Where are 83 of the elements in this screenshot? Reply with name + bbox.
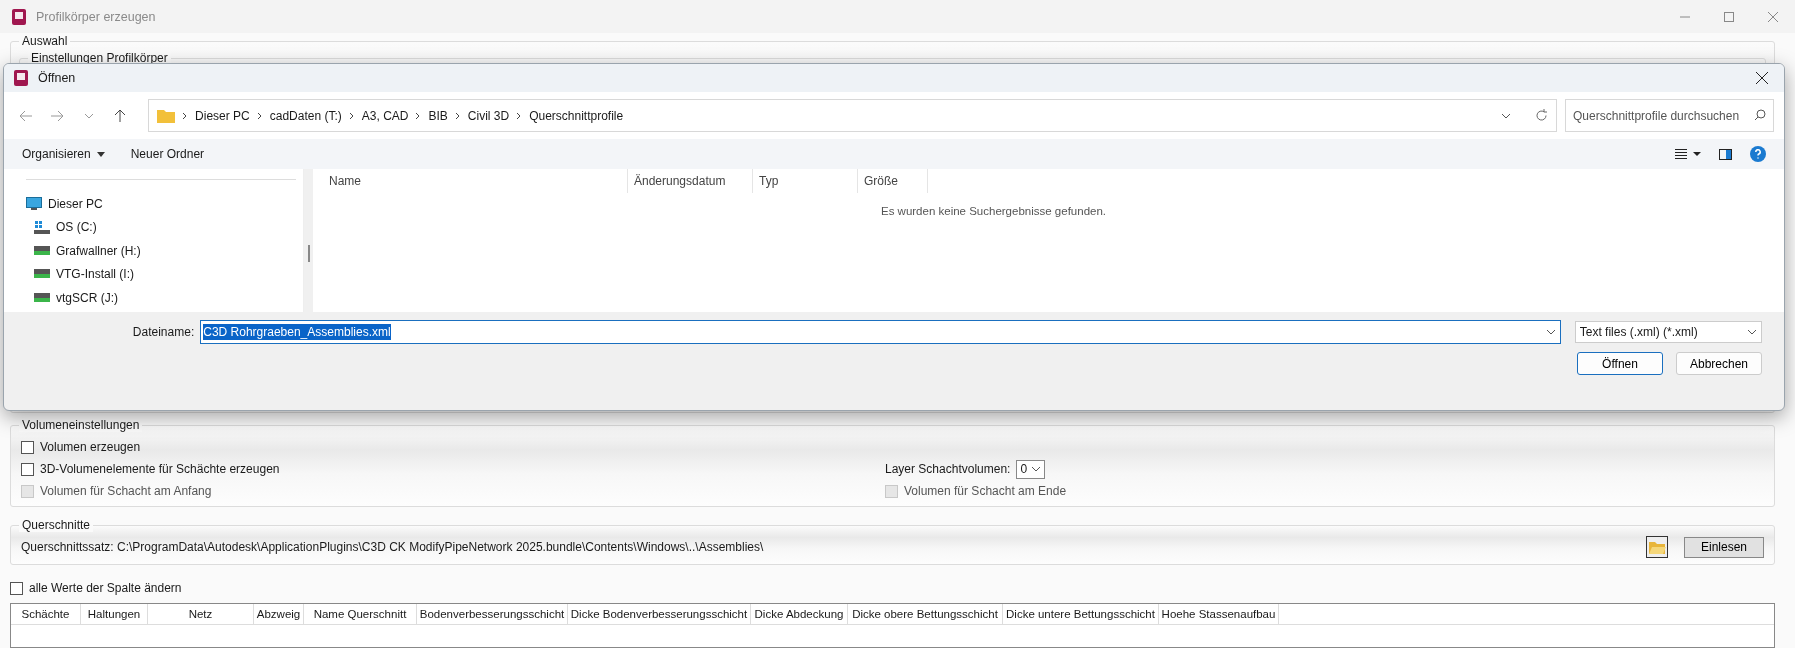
breadcrumb-item[interactable]: cadDaten (T:)	[269, 108, 342, 123]
filename-field[interactable]: C3D Rohrgraeben_Assemblies.xml	[200, 320, 1561, 344]
checkbox-label: 3D-Volumenelemente für Schächte erzeugen	[40, 462, 280, 476]
close-icon	[1768, 11, 1778, 22]
checkbox-label: Volumen erzeugen	[40, 440, 141, 454]
nav-tree-item[interactable]: Dieser PC	[26, 192, 303, 216]
checkbox-label: alle Werte der Spalte ändern	[29, 581, 182, 595]
help-icon[interactable]	[1750, 146, 1766, 162]
nav-tree-item[interactable]: OS (C:)	[26, 215, 303, 239]
maximize-icon	[1724, 11, 1734, 22]
network-drive-icon	[34, 245, 50, 256]
breadcrumb-item[interactable]: BIB	[428, 108, 448, 123]
column-header[interactable]: Schächte	[11, 604, 81, 624]
read-button[interactable]: Einlesen	[1684, 536, 1764, 558]
checkbox[interactable]	[21, 462, 34, 476]
open-button[interactable]: Öffnen	[1577, 352, 1663, 375]
field-label: Dateiname:	[131, 325, 196, 339]
window-title: Profilkörper erzeugen	[36, 9, 156, 24]
checkbox-label: Volumen für Schacht am Anfang	[40, 484, 212, 498]
app-logo-icon	[14, 70, 28, 86]
empty-message: Es wurden keine Suchergebnisse gefunden.	[880, 205, 1106, 217]
nav-tree-item[interactable]: vtgSCR (J:)	[26, 286, 303, 310]
column-header[interactable]: Abzweig	[254, 604, 304, 624]
column-header[interactable]: Dicke Abdeckung	[751, 604, 848, 624]
address-bar[interactable]: Dieser PC cadDaten (T:) A3, CAD BIB Civil 3D Querschnittprofile	[148, 99, 1558, 132]
file-type-dropdown[interactable]: Text files (.xml) (*.xml)	[1574, 321, 1762, 343]
organize-menu[interactable]: Organisieren	[22, 147, 105, 161]
chevron-down-icon	[83, 112, 94, 119]
group-title: Volumeneinstellungen	[19, 418, 143, 432]
layer-dropdown[interactable]: 0	[1016, 459, 1046, 479]
group-title: Auswahl	[19, 34, 71, 48]
nav-tree-item[interactable]: Grafwallner (H:)	[26, 239, 303, 263]
chevron-right-icon	[255, 111, 264, 120]
chevron-down-icon	[1545, 329, 1556, 335]
search-icon	[1754, 109, 1767, 121]
column-header[interactable]: Dicke untere Bettungsschicht	[1003, 604, 1159, 624]
view-options-icon[interactable]	[1675, 149, 1701, 159]
dialog-title: Öffnen	[38, 71, 76, 85]
chevron-down-icon	[1747, 329, 1757, 335]
scrollbar[interactable]	[304, 169, 313, 312]
nav-tree-item[interactable]: VTG-Install (I:)	[26, 262, 303, 286]
arrow-up-icon	[114, 108, 127, 123]
preview-pane-icon[interactable]	[1719, 148, 1732, 160]
computer-icon	[26, 196, 42, 211]
breadcrumb-item[interactable]: Civil 3D	[467, 108, 510, 123]
column-header[interactable]: Bodenverbesserungsschicht	[417, 604, 568, 624]
group-title: Querschnitte	[19, 518, 94, 532]
breadcrumb-item[interactable]: Dieser PC	[195, 108, 250, 123]
refresh-icon[interactable]	[1535, 109, 1549, 122]
network-drive-icon	[34, 269, 50, 280]
app-logo-icon	[12, 8, 26, 25]
column-header[interactable]: Hoehe Stassenaufbau	[1159, 604, 1279, 624]
caret-down-icon	[96, 151, 105, 157]
arrow-left-icon	[18, 109, 33, 122]
checkbox[interactable]	[10, 581, 23, 595]
checkbox-label: Volumen für Schacht am Ende	[904, 484, 1067, 498]
new-folder-button[interactable]: Neuer Ordner	[130, 147, 205, 161]
cancel-button[interactable]: Abbrechen	[1676, 352, 1762, 375]
breadcrumb-item[interactable]: Querschnittprofile	[529, 108, 624, 123]
column-header[interactable]: Name	[323, 169, 628, 193]
column-header[interactable]: Größe	[858, 169, 928, 193]
arrow-right-icon	[50, 109, 65, 122]
chevron-right-icon	[347, 111, 356, 120]
column-header[interactable]: Netz	[148, 604, 254, 624]
drive-icon	[34, 220, 50, 234]
column-header[interactable]: Haltungen	[81, 604, 148, 624]
chevron-right-icon	[453, 111, 462, 120]
column-header[interactable]: Name Querschnitt	[304, 604, 417, 624]
folder-icon	[157, 108, 176, 123]
network-drive-icon	[34, 292, 50, 303]
field-label: Layer Schachtvolumen:	[885, 462, 1011, 476]
chevron-down-icon	[1501, 112, 1512, 119]
column-header[interactable]: Dicke obere Bettungsschicht	[848, 604, 1003, 624]
open-folder-button[interactable]	[1646, 536, 1668, 558]
path-text: Querschnittssatz: C:\ProgramData\Autodesk\ApplicationPlugins\C3D CK ModifyPipeNetwork 2025.bundle\Contents\Windows\..\Assemblies\	[21, 540, 765, 554]
search-field[interactable]: Querschnittprofile durchsuchen	[1565, 99, 1775, 132]
column-header[interactable]: Dicke Bodenverbesserungsschicht	[568, 604, 751, 624]
chevron-down-icon	[1031, 466, 1042, 472]
close-icon	[1756, 72, 1768, 84]
column-header[interactable]: Typ	[753, 169, 858, 193]
breadcrumb-item[interactable]: A3, CAD	[361, 108, 409, 123]
column-header[interactable]: Änderungsdatum	[628, 169, 753, 193]
checkbox[interactable]	[21, 440, 34, 454]
